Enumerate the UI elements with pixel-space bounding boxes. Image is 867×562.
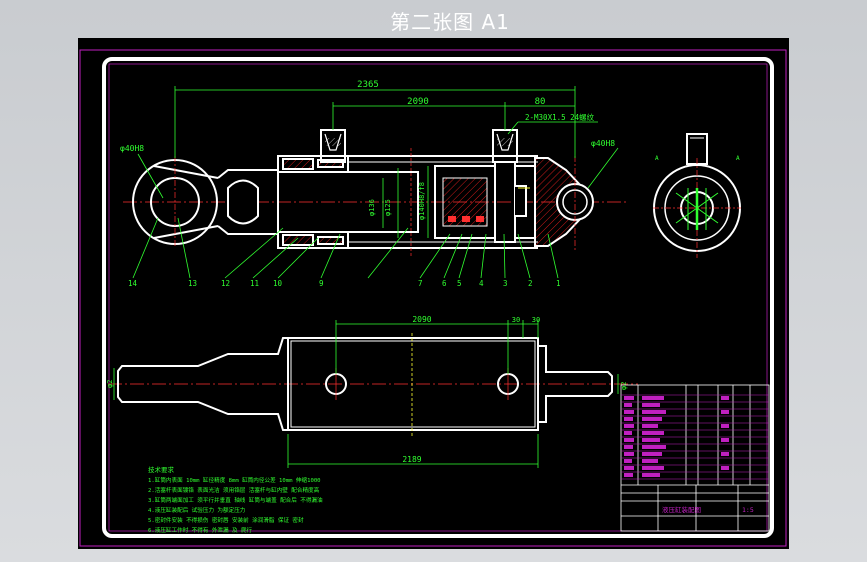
dim-ports: 2090	[412, 315, 431, 324]
callout-10: 10	[273, 279, 283, 288]
note-line-4: 4.液压缸装配后 试验压力 为额定压力	[148, 506, 246, 514]
dia-a-label: φ136	[368, 199, 376, 216]
title-block-part-name: 液压缸装配图	[662, 505, 701, 514]
callout-9: 9	[319, 279, 324, 288]
dim-port-a: 30	[512, 316, 520, 324]
dim-stroke: 2090	[407, 97, 429, 107]
note-line-3: 3.缸筒两端面加工 须平行并垂直 轴线 缸筒与端盖 配合后 不得漏油	[148, 496, 323, 504]
drawing-canvas[interactable]: 2365 2090 80 2-M30X1.5 24螺纹 φ40H8 φ40H8 …	[78, 38, 789, 549]
callout-12: 12	[221, 279, 230, 288]
port-boss-right	[492, 129, 518, 163]
port-callout: 2-M30X1.5 24螺纹	[525, 112, 595, 122]
callout-7: 7	[418, 279, 423, 288]
end-view-label-a: A	[655, 155, 659, 162]
end-view	[653, 133, 741, 258]
cad-viewport[interactable]: 第二张图 A1 2365 2090 80 2-M30X1.5 24螺纹 φ40H…	[0, 0, 867, 562]
callout-2: 2	[528, 279, 533, 288]
piston	[434, 165, 496, 239]
sheet-title: 第二张图 A1	[390, 10, 510, 34]
dia-c-label: φ140H8/f8	[418, 182, 426, 220]
callout-11: 11	[250, 279, 259, 288]
dim-offset: 80	[535, 97, 546, 107]
callout-4: 4	[479, 279, 484, 288]
callout-14: 14	[128, 279, 138, 288]
inner-frame-line	[108, 63, 768, 532]
title-block-scale: 1:5	[742, 506, 754, 514]
note-line-2: 2.活塞杆表面镀铬 表面光洁 须用铬层 活塞杆与缸内壁 配合精度高	[148, 486, 320, 494]
notes-heading: 技术要求	[148, 465, 175, 474]
callout-1: 1	[556, 279, 561, 288]
note-line-1: 1.缸筒内表面 10mm 缸径精度 8mm 缸筒内径公差 10mm 伸缩1000	[148, 476, 321, 484]
inner-frame	[102, 57, 774, 538]
bore-left-label: φ40H8	[120, 144, 144, 153]
callout-3: 3	[503, 279, 508, 288]
technical-notes: 技术要求 1.缸筒内表面 10mm 缸径精度 8mm 缸筒内径公差 10mm 伸…	[148, 465, 323, 534]
port-boss-left	[320, 129, 346, 163]
dimensions-bottom	[113, 320, 619, 468]
dim-overall: 2365	[357, 80, 379, 90]
dim-left: φ2	[106, 380, 114, 388]
assembly-drawing: 2365 2090 80 2-M30X1.5 24螺纹 φ40H8 φ40H8 …	[79, 49, 787, 547]
dia-b-label: φ125	[384, 199, 392, 216]
callout-5: 5	[457, 279, 462, 288]
dim-port-b: 30	[532, 316, 540, 324]
dim-bottom: 2189	[402, 455, 421, 464]
note-line-5: 5.密封件安装 不得损伤 密封唇 安装前 涂润滑脂 保证 密封	[148, 516, 304, 524]
callout-13: 13	[188, 279, 197, 288]
note-line-6: 6.液压缸工作时 不得有 外泄漏 及 爬行	[148, 526, 253, 534]
callout-numbers: 14 13 12 11 10 9 7 6 5 4 3 2 1	[128, 279, 561, 288]
rear-clevis	[534, 157, 594, 247]
callout-6: 6	[442, 279, 447, 288]
outer-border	[79, 49, 787, 547]
end-view-label-b: A	[736, 155, 740, 162]
bore-right-label: φ40H8	[591, 139, 615, 148]
